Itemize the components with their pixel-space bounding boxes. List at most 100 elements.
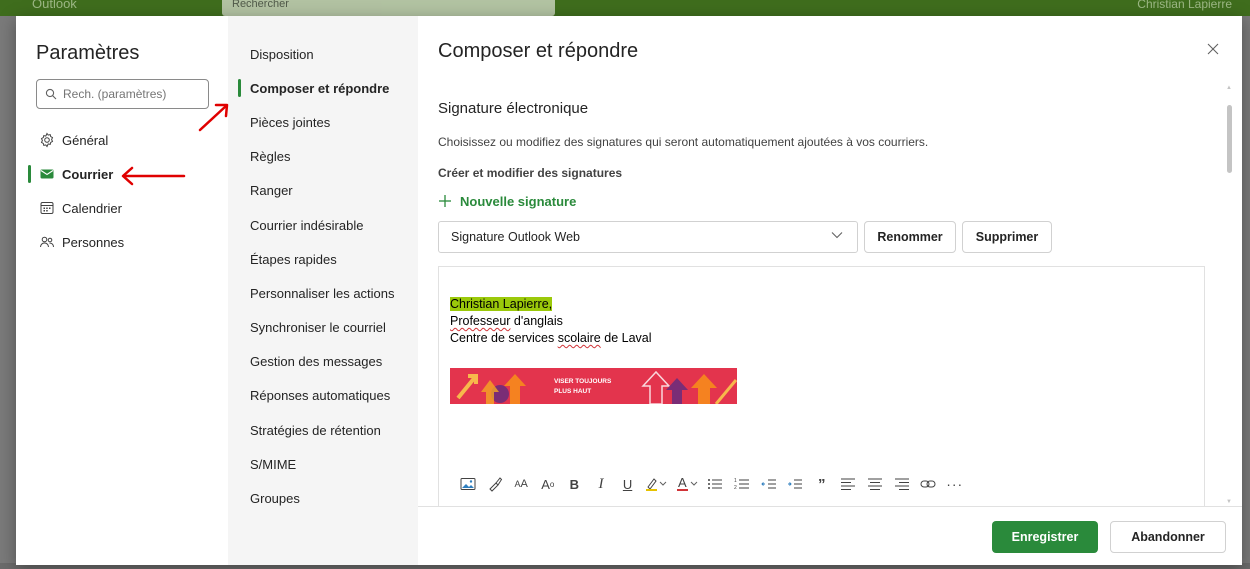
align-center-icon[interactable]: [864, 473, 886, 495]
background-search: Rechercher: [222, 0, 555, 16]
bullet-list-icon[interactable]: [704, 473, 726, 495]
settings-scroll-area: Signature électronique Choisissez ou mod…: [418, 83, 1242, 506]
signature-role-word: Professeur: [450, 314, 511, 328]
subnav-item-message-handling[interactable]: Gestion des messages: [236, 345, 416, 379]
superscript-letter: A: [541, 476, 550, 492]
insert-image-icon[interactable]: [457, 473, 479, 495]
dialog-footer: Enregistrer Abandonner: [418, 506, 1242, 565]
italic-label: I: [598, 475, 604, 492]
new-signature-button[interactable]: Nouvelle signature: [438, 194, 576, 209]
background-search-placeholder: Rechercher: [232, 0, 289, 10]
settings-categories-panel: Paramètres Général Courrier: [16, 16, 228, 565]
scroll-down-icon[interactable]: ▼: [1225, 499, 1233, 505]
format-toolbar: AA Ao B I U A 1 2 ” ···: [439, 470, 1204, 498]
subnav-list: Disposition Composer et répondre Pièces …: [236, 37, 416, 516]
signature-select[interactable]: Signature Outlook Web: [438, 221, 858, 253]
annotation-arrow-mid-icon: [198, 103, 229, 132]
category-people-label: Personnes: [62, 234, 125, 250]
font-size-icon[interactable]: AA: [510, 473, 532, 495]
app-name: Outlook: [32, 0, 77, 11]
close-button[interactable]: [1204, 40, 1222, 58]
search-icon: [45, 87, 59, 101]
subnav-item-customize-actions[interactable]: Personnaliser les actions: [236, 276, 416, 310]
more-glyph: ···: [946, 476, 964, 492]
format-painter-icon[interactable]: [484, 473, 506, 495]
subnav-item-sync-email[interactable]: Synchroniser le courriel: [236, 311, 416, 345]
rename-button[interactable]: Renommer: [864, 221, 956, 253]
signature-name: Christian Lapierre,: [450, 297, 553, 311]
bold-label: B: [569, 476, 580, 492]
mail-settings-subnav: Disposition Composer et répondre Pièces …: [228, 16, 418, 565]
font-color-icon[interactable]: A: [674, 473, 700, 495]
italic-button[interactable]: I: [590, 473, 612, 495]
category-people[interactable]: Personnes: [28, 225, 228, 259]
bold-button[interactable]: B: [563, 473, 585, 495]
signature-editor[interactable]: Christian Lapierre, Professeur d'anglais…: [438, 266, 1205, 506]
font-color-letter: A: [678, 476, 687, 490]
subnav-item-rules[interactable]: Règles: [236, 140, 416, 174]
mail-icon: [38, 165, 56, 183]
quote-glyph: ”: [817, 475, 826, 493]
increase-indent-icon[interactable]: [784, 473, 806, 495]
people-icon: [38, 233, 56, 251]
subnav-item-sweep[interactable]: Ranger: [236, 174, 416, 208]
subnav-item-retention[interactable]: Stratégies de rétention: [236, 413, 416, 447]
underline-label: U: [622, 476, 633, 492]
settings-title: Paramètres: [36, 42, 140, 64]
subnav-item-junk[interactable]: Courrier indésirable: [236, 208, 416, 242]
more-options-icon[interactable]: ···: [944, 473, 966, 495]
banner-line1: VISER TOUJOURS: [554, 378, 612, 385]
highlight-color-icon[interactable]: [643, 473, 669, 495]
signature-role-rest: d'anglais: [510, 314, 563, 328]
numbered-list-icon[interactable]: 12: [731, 473, 753, 495]
category-calendar-label: Calendrier: [62, 200, 122, 216]
user-name: Christian Lapierre: [1137, 0, 1232, 11]
category-general-label: Général: [62, 132, 109, 148]
link-icon[interactable]: [917, 473, 939, 495]
signature-org-sq: scolaire: [557, 331, 601, 345]
compose-reply-panel: Composer et répondre Signature électroni…: [418, 16, 1242, 565]
signature-org-post: de Laval: [600, 331, 652, 345]
close-icon: [1207, 43, 1219, 55]
new-signature-label: Nouvelle signature: [460, 194, 577, 209]
align-right-icon[interactable]: [891, 473, 913, 495]
vertical-scrollbar[interactable]: ▲ ▼: [1226, 85, 1232, 505]
subnav-item-auto-replies[interactable]: Réponses automatiques: [236, 379, 416, 413]
scroll-thumb[interactable]: [1227, 105, 1232, 173]
quote-icon[interactable]: ”: [811, 473, 833, 495]
annotation-arrow-left-icon: [121, 166, 186, 186]
settings-search-box[interactable]: [36, 79, 209, 109]
save-button[interactable]: Enregistrer: [992, 521, 1098, 553]
align-left-icon[interactable]: [837, 473, 859, 495]
subnav-item-compose-reply[interactable]: Composer et répondre: [236, 71, 416, 105]
chevron-down-icon: [831, 230, 843, 242]
superscript-icon[interactable]: Ao: [537, 473, 559, 495]
category-mail-label: Courrier: [62, 166, 114, 182]
signature-subheading: Créer et modifier des signatures: [438, 166, 623, 180]
delete-button[interactable]: Supprimer: [962, 221, 1052, 253]
settings-search-input[interactable]: [63, 87, 203, 101]
scroll-up-icon[interactable]: ▲: [1225, 85, 1233, 91]
plus-icon: [438, 194, 452, 209]
cancel-button[interactable]: Abandonner: [1110, 521, 1226, 553]
subnav-item-layout[interactable]: Disposition: [236, 37, 416, 71]
signature-body[interactable]: Christian Lapierre, Professeur d'anglais…: [450, 296, 652, 347]
subnav-item-smime[interactable]: S/MIME: [236, 447, 416, 481]
calendar-icon: [38, 199, 56, 217]
svg-text:2: 2: [734, 485, 737, 491]
outlook-topbar: Outlook Rechercher Christian Lapierre: [0, 0, 1250, 16]
signature-line-role: Professeur d'anglais: [450, 313, 652, 330]
svg-text:1: 1: [734, 478, 737, 484]
signature-banner-image: VISER TOUJOURS PLUS HAUT: [450, 368, 737, 404]
decrease-indent-icon[interactable]: [758, 473, 780, 495]
subnav-item-groups[interactable]: Groupes: [236, 481, 416, 515]
signature-org-pre: Centre de services: [450, 331, 558, 345]
subnav-item-attachments[interactable]: Pièces jointes: [236, 105, 416, 139]
font-size-large: A: [520, 478, 528, 490]
underline-button[interactable]: U: [617, 473, 639, 495]
category-calendar[interactable]: Calendrier: [28, 191, 228, 225]
signature-description: Choisissez ou modifiez des signatures qu…: [438, 135, 929, 149]
banner-line2: PLUS HAUT: [554, 388, 591, 395]
subnav-item-quick-steps[interactable]: Étapes rapides: [236, 242, 416, 276]
signature-line-org: Centre de services scolaire de Laval: [450, 330, 652, 347]
